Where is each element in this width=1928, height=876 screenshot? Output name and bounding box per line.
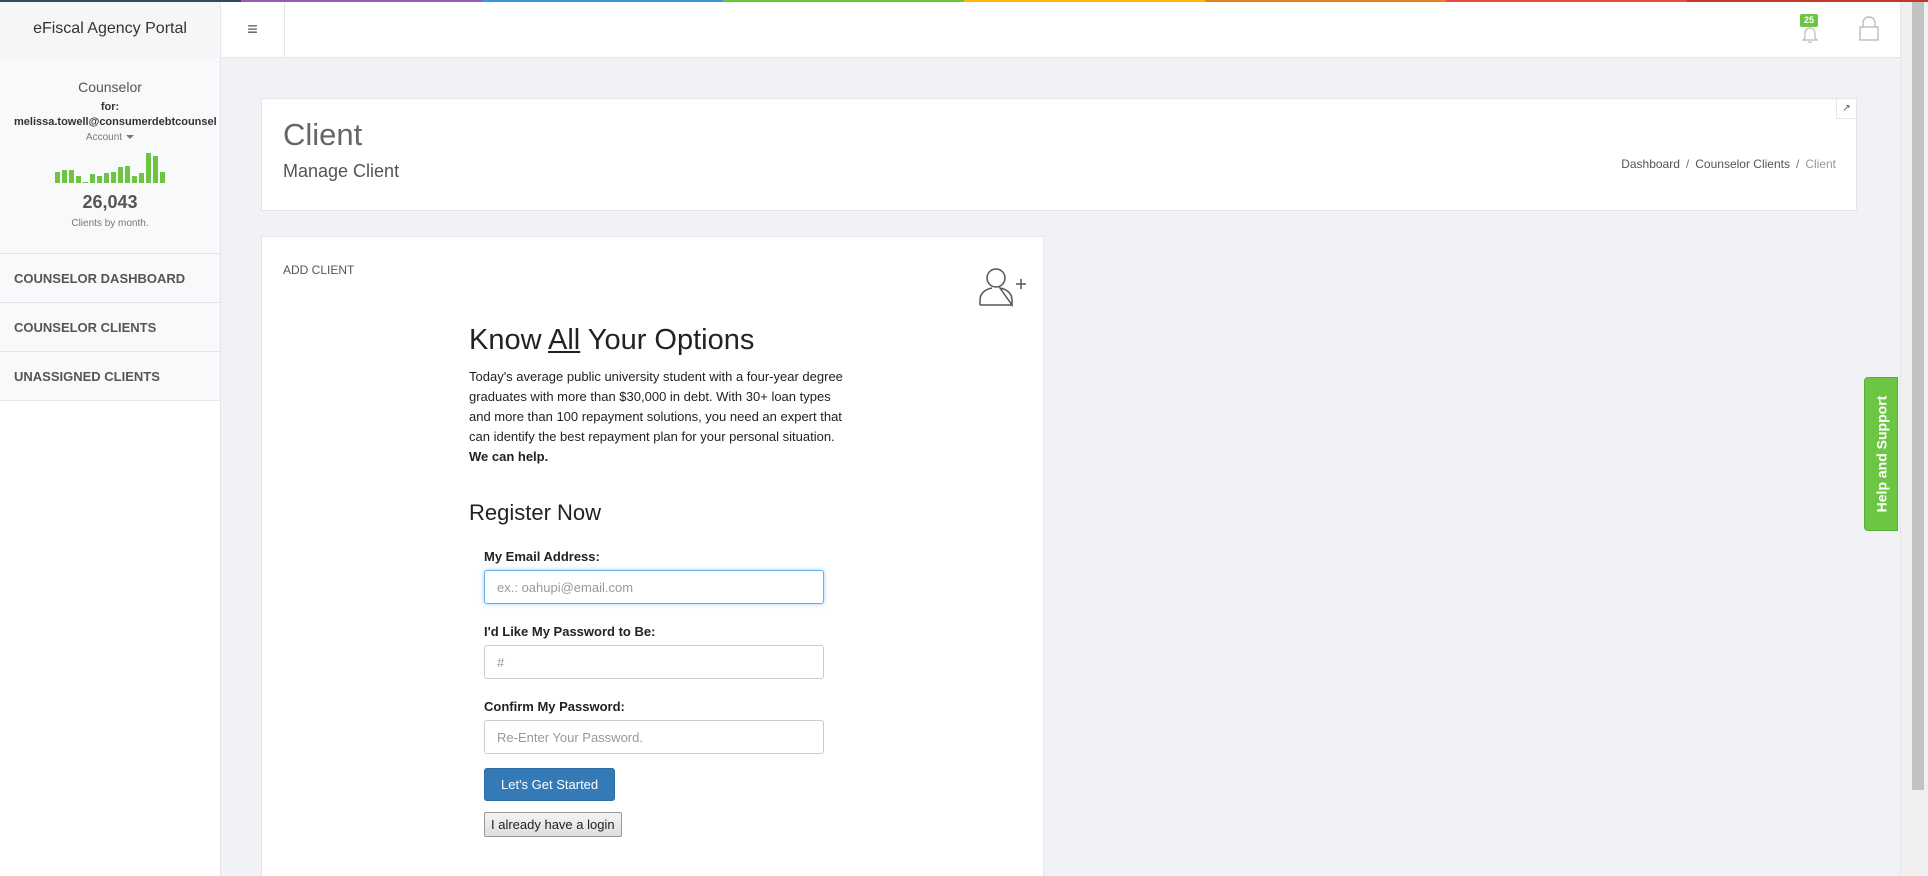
rainbow-segment bbox=[1205, 0, 1446, 2]
register-heading: Register Now bbox=[469, 500, 602, 525]
sparkline-bar bbox=[118, 167, 123, 183]
lock-icon bbox=[1859, 16, 1879, 41]
menu-toggle-button[interactable]: ≡ bbox=[221, 0, 285, 58]
breadcrumb-current: Client bbox=[1805, 157, 1836, 171]
help-support-label: Help and Support bbox=[1873, 395, 1890, 513]
expand-button[interactable]: ↗ bbox=[1836, 99, 1856, 119]
breadcrumb-counselor-clients[interactable]: Counselor Clients bbox=[1695, 157, 1790, 171]
top-navbar: eFiscal Agency Portal ≡ 25 bbox=[0, 0, 1900, 58]
confirm-password-field-group: Confirm My Password: bbox=[484, 699, 849, 754]
rainbow-top-bar bbox=[0, 0, 1928, 2]
page-title: Client bbox=[283, 117, 363, 152]
sparkline-bar bbox=[97, 176, 102, 183]
caret-down-icon bbox=[126, 135, 135, 140]
hamburger-icon: ≡ bbox=[247, 18, 258, 39]
rainbow-segment bbox=[0, 0, 241, 2]
page-scrollbar[interactable] bbox=[1900, 0, 1928, 876]
sparkline-bar bbox=[125, 166, 130, 183]
expand-arrow-icon: ↗ bbox=[1842, 103, 1851, 114]
rainbow-segment bbox=[1446, 0, 1687, 2]
breadcrumb-dashboard[interactable]: Dashboard bbox=[1621, 157, 1680, 171]
sparkline-bar bbox=[83, 182, 88, 183]
client-count: 26,043 bbox=[82, 192, 138, 212]
sparkline-bar bbox=[69, 170, 74, 183]
sidebar-item-unassigned-clients[interactable]: UNASSIGNED CLIENTS bbox=[0, 352, 220, 401]
notifications-button[interactable]: 25 bbox=[1798, 14, 1822, 44]
breadcrumb: Dashboard / Counselor Clients / Client bbox=[1621, 157, 1836, 171]
rainbow-segment bbox=[241, 0, 482, 2]
sidebar-item-label: UNASSIGNED CLIENTS bbox=[14, 368, 160, 384]
lock-button[interactable] bbox=[1858, 16, 1880, 42]
breadcrumb-separator: / bbox=[1685, 157, 1690, 171]
rainbow-segment bbox=[482, 0, 723, 2]
page-header: Client Manage Client ↗ Dashboard / Couns… bbox=[261, 98, 1857, 211]
sparkline-bar bbox=[62, 170, 67, 183]
account-label: Account bbox=[85, 132, 123, 143]
clients-sparkline bbox=[0, 151, 220, 183]
sparkline-bar bbox=[160, 172, 165, 183]
help-support-tab[interactable]: Help and Support bbox=[1864, 377, 1898, 531]
sidebar-item-label: COUNSELOR CLIENTS bbox=[14, 319, 157, 335]
profile-summary: Counselor for: melissa.towell@consumerde… bbox=[0, 58, 220, 254]
email-field-group: My Email Address: bbox=[484, 549, 849, 604]
breadcrumb-separator: / bbox=[1795, 157, 1800, 171]
options-heading: Know All Your Options bbox=[469, 324, 755, 356]
add-user-icon[interactable] bbox=[978, 265, 1026, 307]
add-client-panel: ADD CLIENT Know All Your Options Today's… bbox=[261, 236, 1044, 876]
panel-title: ADD CLIENT bbox=[283, 263, 355, 277]
password-input[interactable] bbox=[484, 645, 824, 679]
for-label: for: bbox=[100, 101, 120, 113]
brand-logo[interactable]: eFiscal Agency Portal bbox=[0, 0, 221, 58]
sparkline-bar bbox=[55, 172, 60, 183]
rainbow-segment bbox=[723, 0, 964, 2]
get-started-button[interactable]: Let's Get Started bbox=[484, 768, 616, 801]
password-field-group: I'd Like My Password to Be: bbox=[484, 624, 849, 679]
sidebar: Counselor for: melissa.towell@consumerde… bbox=[0, 58, 221, 876]
page-subtitle: Manage Client bbox=[283, 161, 400, 181]
register-form: Know All Your Options Today's average pu… bbox=[469, 323, 849, 837]
sparkline-bar bbox=[132, 176, 137, 183]
intro-text: Today's average public university studen… bbox=[469, 369, 843, 464]
rainbow-segment bbox=[964, 0, 1205, 2]
client-count-label: Clients by month. bbox=[71, 218, 149, 229]
email-input[interactable] bbox=[484, 570, 824, 604]
intro-emphasis: We can help. bbox=[469, 449, 549, 464]
user-role: Counselor bbox=[78, 79, 142, 95]
bell-icon bbox=[1801, 27, 1819, 44]
confirm-password-label: Confirm My Password: bbox=[484, 699, 625, 714]
sparkline-bar bbox=[111, 172, 116, 183]
account-dropdown[interactable]: Account bbox=[0, 132, 220, 143]
sparkline-bar bbox=[153, 156, 158, 183]
email-label: My Email Address: bbox=[484, 549, 600, 564]
existing-login-button[interactable]: I already have a login bbox=[484, 812, 622, 837]
sidebar-item-counselor-clients[interactable]: COUNSELOR CLIENTS bbox=[0, 303, 220, 352]
sparkline-bar bbox=[76, 176, 81, 183]
sidebar-item-counselor-dashboard[interactable]: COUNSELOR DASHBOARD bbox=[0, 254, 220, 303]
user-email: melissa.towell@consumerdebtcounsel bbox=[14, 116, 217, 128]
password-label: I'd Like My Password to Be: bbox=[484, 624, 656, 639]
confirm-password-input[interactable] bbox=[484, 720, 824, 754]
sparkline-bar bbox=[104, 173, 109, 183]
rainbow-segment bbox=[1687, 0, 1928, 2]
sparkline-bar bbox=[146, 153, 151, 183]
sparkline-bar bbox=[90, 174, 95, 183]
sidebar-item-label: COUNSELOR DASHBOARD bbox=[14, 270, 186, 286]
scrollbar-thumb[interactable] bbox=[1912, 2, 1924, 790]
sparkline-bar bbox=[139, 173, 144, 183]
